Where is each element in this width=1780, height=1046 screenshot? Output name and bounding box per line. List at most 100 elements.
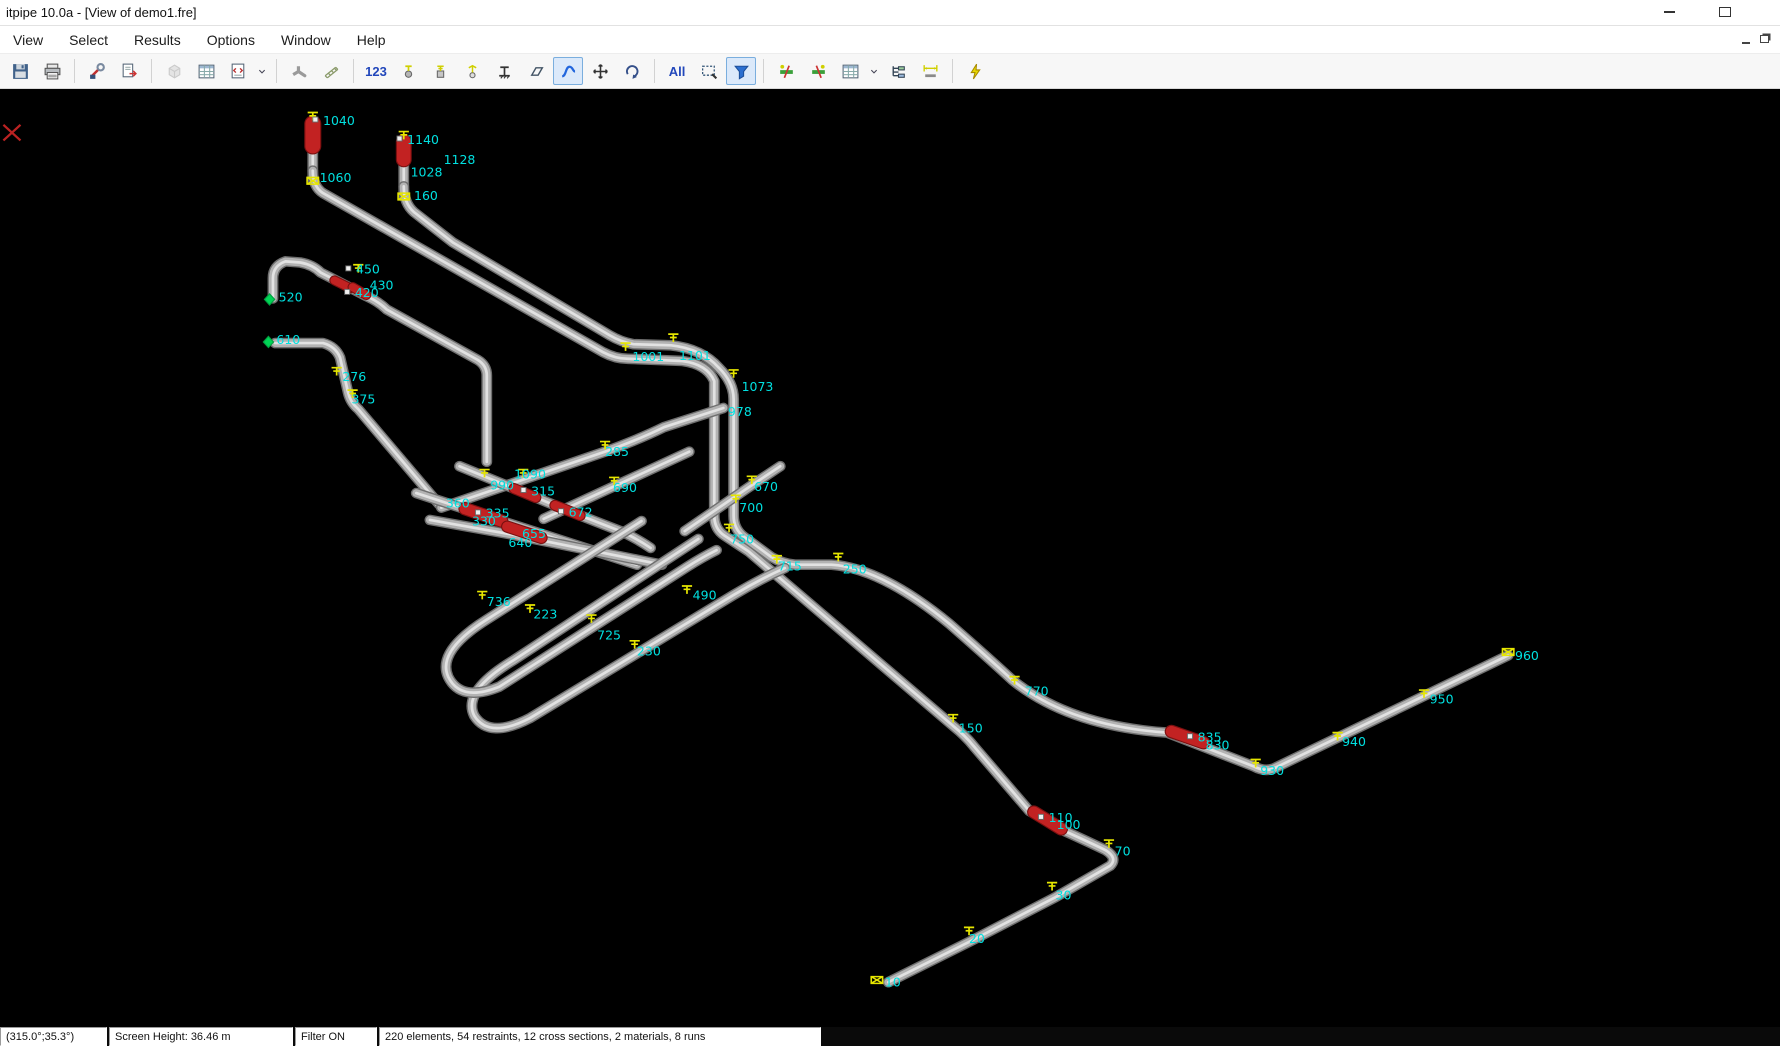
node-label[interactable]: 150 bbox=[959, 721, 983, 736]
node-label[interactable]: 1090 bbox=[514, 467, 546, 482]
menu-item-view[interactable]: View bbox=[0, 29, 56, 51]
node-label[interactable]: 285 bbox=[605, 444, 629, 459]
node-label[interactable]: 1001 bbox=[632, 349, 664, 364]
child-minimize-button[interactable] bbox=[1738, 32, 1753, 46]
filter-button[interactable] bbox=[726, 57, 756, 85]
node-label[interactable]: 700 bbox=[739, 500, 763, 515]
pipe-run[interactable] bbox=[275, 343, 439, 504]
join-pipe-button[interactable] bbox=[803, 57, 833, 85]
result-table-menu[interactable] bbox=[867, 57, 881, 85]
pan-view-button[interactable] bbox=[585, 57, 615, 85]
node-label[interactable]: 375 bbox=[351, 392, 375, 407]
show-anchors-button[interactable] bbox=[489, 57, 519, 85]
menu-item-results[interactable]: Results bbox=[121, 29, 194, 51]
result-table-button[interactable] bbox=[835, 57, 865, 85]
menu-item-window[interactable]: Window bbox=[268, 29, 344, 51]
xml-export-menu[interactable] bbox=[255, 57, 269, 85]
node-label[interactable]: 100 bbox=[1057, 817, 1081, 832]
show-supports-button[interactable] bbox=[457, 57, 487, 85]
node-marker[interactable] bbox=[1038, 814, 1043, 819]
node-label[interactable]: 360 bbox=[446, 496, 470, 511]
node-label[interactable]: 520 bbox=[279, 290, 303, 305]
insert-pipe-button[interactable] bbox=[284, 57, 314, 85]
model-tree-button[interactable] bbox=[883, 57, 913, 85]
node-label[interactable]: 672 bbox=[569, 505, 593, 520]
node-label[interactable]: 160 bbox=[414, 188, 438, 203]
node-label[interactable]: 1073 bbox=[742, 379, 774, 394]
node-label[interactable]: 315 bbox=[531, 483, 555, 498]
calculate-button[interactable] bbox=[960, 57, 990, 85]
node-label[interactable]: 330 bbox=[472, 514, 496, 529]
menu-item-options[interactable]: Options bbox=[194, 29, 268, 51]
pipe-run[interactable] bbox=[313, 171, 1113, 983]
node-label[interactable]: 230 bbox=[637, 643, 661, 658]
menu-item-select[interactable]: Select bbox=[56, 29, 121, 51]
export-report-button[interactable] bbox=[114, 57, 144, 85]
node-marker[interactable] bbox=[558, 509, 563, 514]
minimize-button[interactable] bbox=[1654, 3, 1684, 21]
node-label[interactable]: 1140 bbox=[407, 132, 439, 147]
print-button[interactable] bbox=[37, 57, 67, 85]
save-button[interactable] bbox=[5, 57, 35, 85]
select-all-button[interactable]: All bbox=[662, 57, 692, 85]
node-label[interactable]: 990 bbox=[490, 478, 514, 493]
node-label[interactable]: 690 bbox=[613, 480, 637, 495]
break-pipe-button[interactable] bbox=[771, 57, 801, 85]
node-label[interactable]: 670 bbox=[754, 479, 778, 494]
node-label[interactable]: 420 bbox=[355, 285, 379, 300]
rotate-view-button[interactable] bbox=[617, 57, 647, 85]
node-label[interactable]: 960 bbox=[1515, 648, 1539, 663]
maximize-button[interactable] bbox=[1710, 3, 1740, 21]
model-viewport[interactable]: 1040106011401128102816045043042052061027… bbox=[0, 89, 1780, 1027]
data-grid-button[interactable] bbox=[191, 57, 221, 85]
dimensions-button[interactable] bbox=[915, 57, 945, 85]
view-3d-button[interactable] bbox=[159, 57, 189, 85]
node-label[interactable]: 725 bbox=[597, 628, 621, 643]
node-label[interactable]: 250 bbox=[843, 562, 867, 577]
model-tools-button[interactable] bbox=[82, 57, 112, 85]
node-label[interactable]: 750 bbox=[730, 532, 754, 547]
node-label[interactable]: 450 bbox=[356, 262, 380, 277]
node-label[interactable]: 950 bbox=[1430, 692, 1454, 707]
zoom-window-button[interactable] bbox=[694, 57, 724, 85]
node-label[interactable]: 715 bbox=[778, 558, 802, 573]
node-label[interactable]: 490 bbox=[693, 588, 717, 603]
node-label[interactable]: 1028 bbox=[411, 164, 443, 179]
node-label[interactable]: 276 bbox=[342, 369, 366, 384]
node-label[interactable]: 30 bbox=[1055, 887, 1071, 902]
node-label[interactable]: 830 bbox=[1206, 738, 1230, 753]
node-label[interactable]: 1128 bbox=[444, 152, 476, 167]
child-restore-button[interactable] bbox=[1757, 32, 1772, 46]
node-label[interactable]: 1060 bbox=[320, 170, 352, 185]
show-nodes-button[interactable] bbox=[393, 57, 423, 85]
node-marker[interactable] bbox=[346, 266, 351, 271]
node-label[interactable]: 978 bbox=[728, 404, 752, 419]
node-label[interactable]: 70 bbox=[1115, 844, 1131, 859]
node-marker[interactable] bbox=[1187, 734, 1192, 739]
piping-model-canvas[interactable]: 1040106011401128102816045043042052061027… bbox=[0, 89, 1780, 1027]
xml-export-button[interactable] bbox=[223, 57, 253, 85]
show-node-numbers-button[interactable]: 123 bbox=[361, 57, 391, 85]
insert-structure-button[interactable] bbox=[316, 57, 346, 85]
node-label[interactable]: 10 bbox=[885, 975, 901, 990]
restraint-anchor[interactable] bbox=[871, 977, 882, 984]
node-label[interactable]: 770 bbox=[1025, 684, 1049, 699]
show-restraints-button[interactable] bbox=[425, 57, 455, 85]
node-marker[interactable] bbox=[521, 487, 526, 492]
node-label[interactable]: 20 bbox=[969, 931, 985, 946]
menu-item-help[interactable]: Help bbox=[344, 29, 399, 51]
node-label[interactable]: 640 bbox=[508, 535, 532, 550]
node-label[interactable]: 1101 bbox=[679, 348, 711, 363]
node-marker[interactable] bbox=[397, 136, 402, 141]
node-marker[interactable] bbox=[345, 289, 350, 294]
node-label[interactable]: 223 bbox=[533, 607, 557, 622]
pipe-run[interactable] bbox=[404, 186, 1508, 769]
restraint-support[interactable] bbox=[682, 586, 692, 594]
show-planes-button[interactable] bbox=[521, 57, 551, 85]
show-centerline-button[interactable] bbox=[553, 57, 583, 85]
node-label[interactable]: 1040 bbox=[323, 113, 355, 128]
node-label[interactable]: 610 bbox=[276, 332, 300, 347]
node-label[interactable]: 736 bbox=[487, 594, 511, 609]
node-label[interactable]: 940 bbox=[1342, 734, 1366, 749]
node-marker[interactable] bbox=[313, 117, 318, 122]
